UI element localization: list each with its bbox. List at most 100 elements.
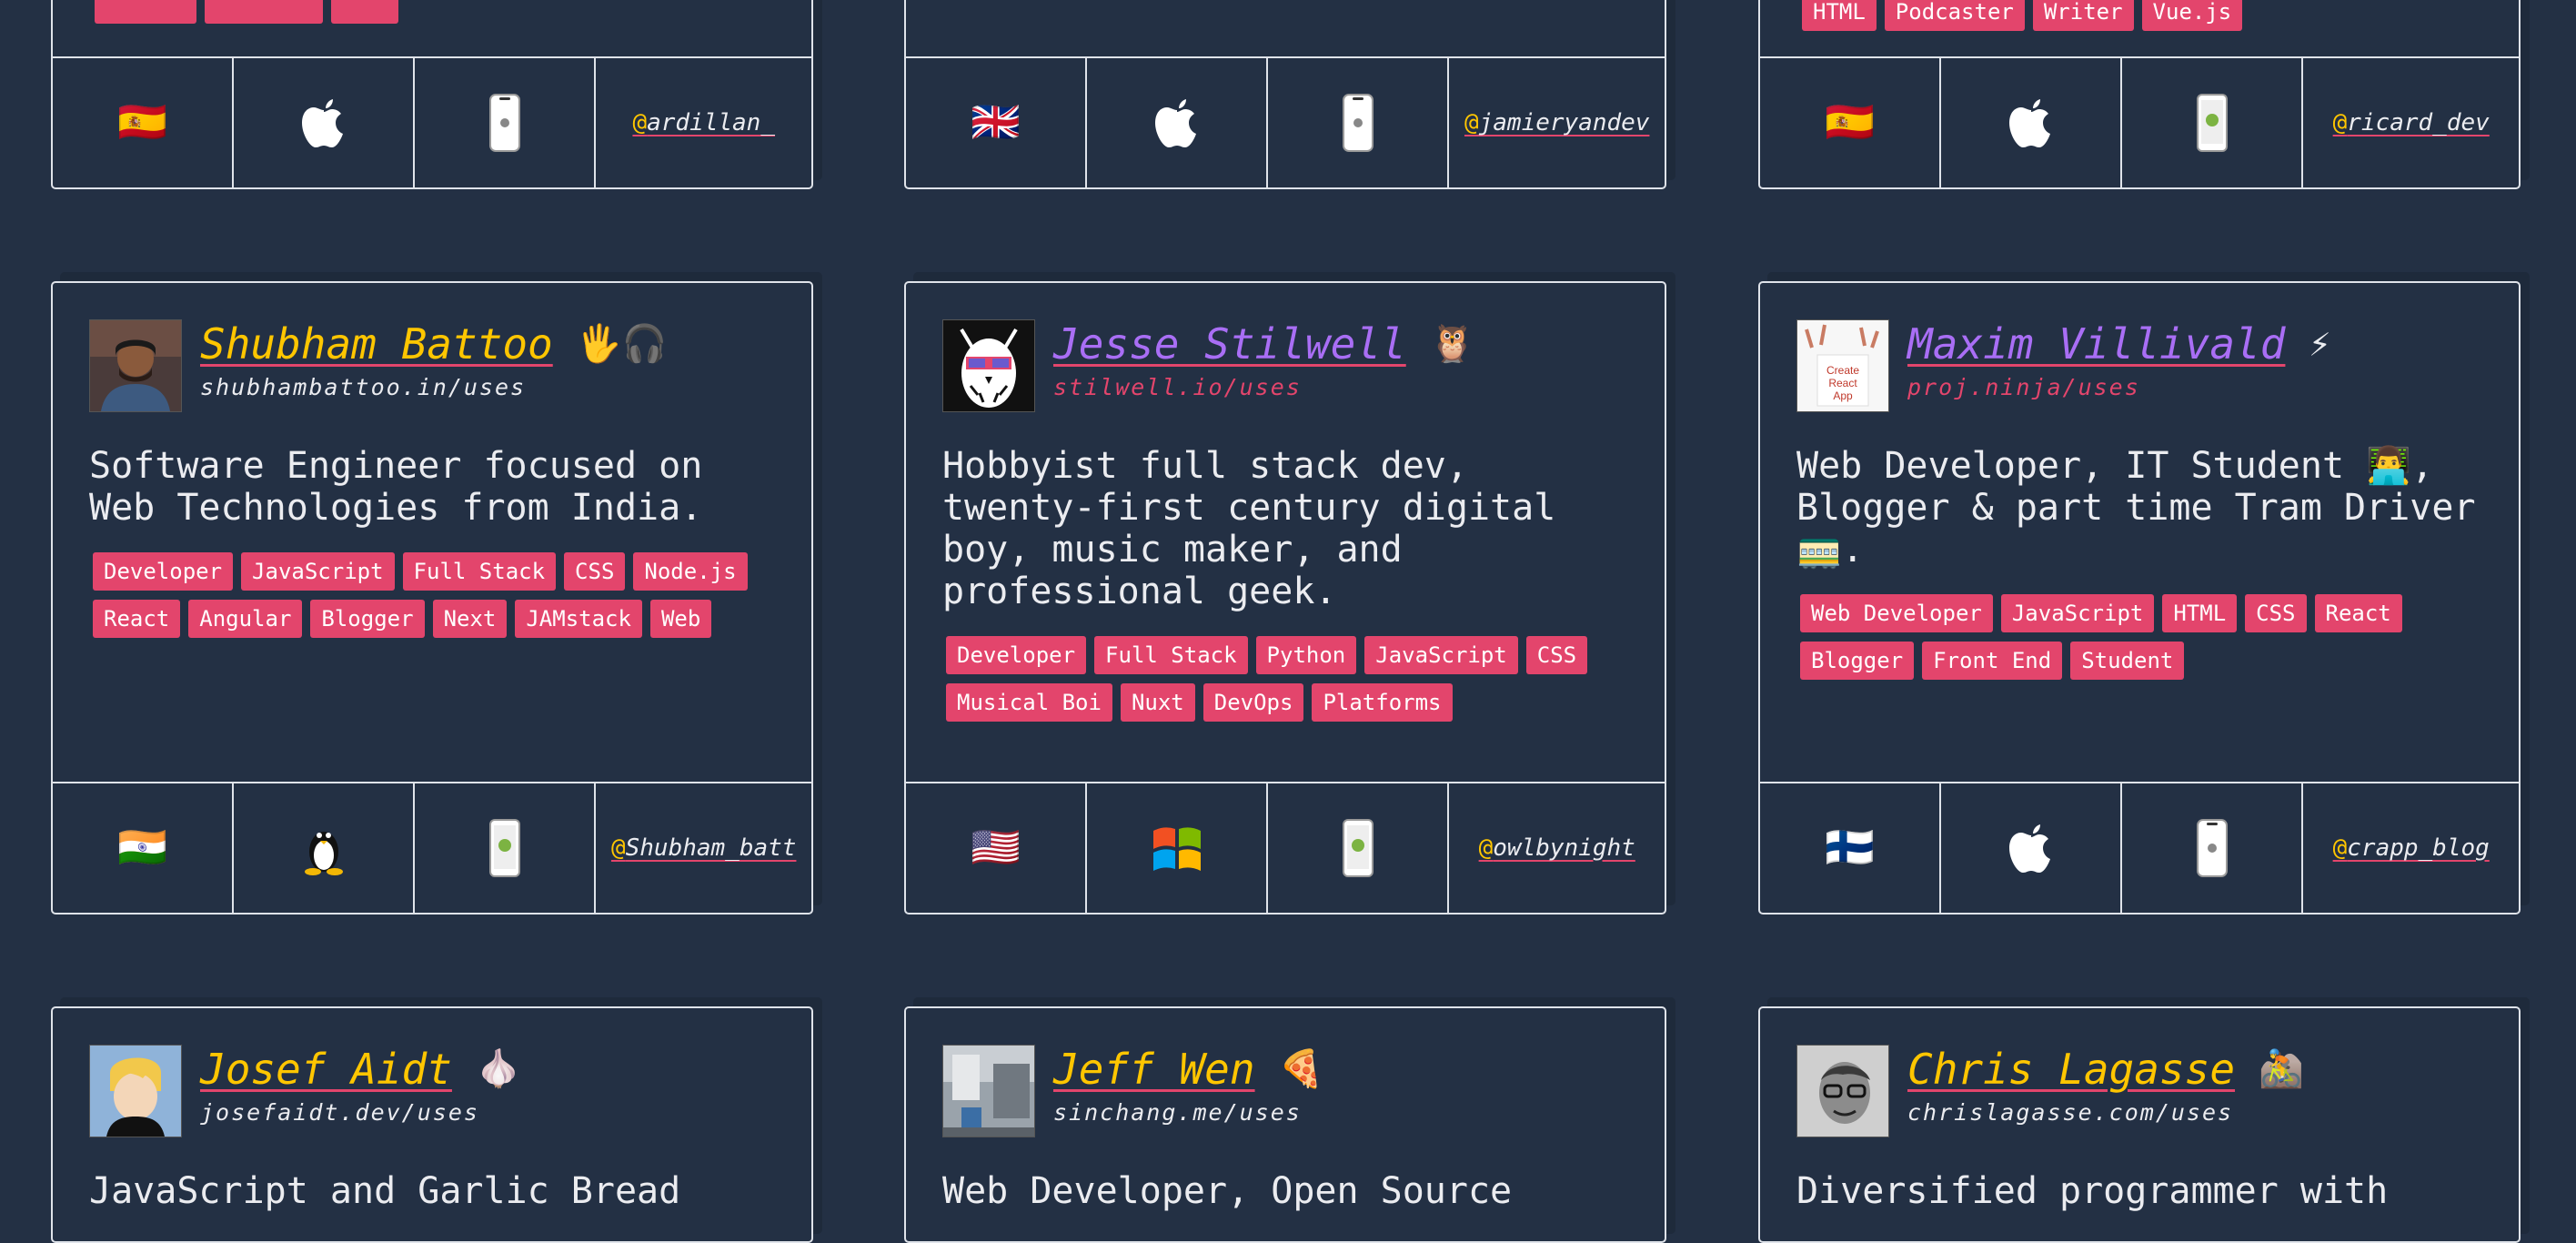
twitter-handle[interactable]: @ricard_dev	[2303, 58, 2519, 187]
apple-icon	[1941, 783, 2123, 913]
card-footer: 🇺🇸 @owlbynight	[906, 782, 1665, 913]
tag[interactable]: Full Stack	[1094, 636, 1248, 674]
avatar	[1796, 1045, 1889, 1137]
twitter-handle[interactable]: @crapp_blog	[2303, 783, 2519, 913]
tag[interactable]: JavaScript	[2000, 594, 2155, 632]
android-phone-icon	[415, 783, 597, 913]
person-name-link[interactable]: Shubham Battoo	[200, 319, 553, 369]
person-card-jamieryandev: 🇬🇧 @jamieryandev	[904, 0, 1666, 189]
tag[interactable]	[205, 0, 323, 24]
linux-icon	[234, 783, 416, 913]
person-bio: Web Developer, Open Source	[942, 1170, 1513, 1212]
person-card-chris-lagasse: Chris Lagasse 🚵 chrislagasse.com/uses Di…	[1758, 1006, 2521, 1243]
avatar	[89, 319, 182, 412]
tag[interactable]: Web Developer	[1800, 594, 1993, 632]
tag[interactable]: Writer	[2032, 0, 2134, 31]
tag[interactable]	[331, 0, 398, 24]
iphone-icon	[1268, 58, 1450, 187]
twitter-handle[interactable]: @owlbynight	[1449, 783, 1665, 913]
person-emoji: 🧄	[475, 1048, 521, 1090]
tag-list	[95, 0, 407, 33]
person-bio: Software Engineer focused on Web Technol…	[89, 445, 703, 529]
tag[interactable]: Node.js	[633, 552, 748, 591]
tag[interactable]: React	[93, 600, 181, 638]
tag[interactable]: JavaScript	[241, 552, 395, 591]
android-phone-icon	[1268, 783, 1450, 913]
twitter-handle[interactable]: @Shubham_batt	[596, 783, 811, 913]
tag[interactable]: Nuxt	[1120, 683, 1195, 722]
country-flag: 🇬🇧	[906, 58, 1088, 187]
tag[interactable]: React	[2314, 594, 2402, 632]
uses-url-link[interactable]: shubhambattoo.in/uses	[200, 374, 667, 400]
uses-url-link[interactable]: josefaidt.dev/uses	[200, 1099, 521, 1126]
tag[interactable]: Platforms	[1312, 683, 1453, 722]
tag[interactable]: HTML	[1802, 0, 1877, 31]
card-footer: 🇪🇸 @ricard_dev	[1760, 56, 2519, 187]
person-name-link[interactable]: Jeff Wen	[1053, 1045, 1255, 1094]
tag[interactable]: Next	[432, 600, 508, 638]
iphone-icon	[2122, 783, 2304, 913]
tag[interactable]: Blogger	[1800, 642, 1915, 680]
country-flag: 🇮🇳	[53, 783, 235, 913]
tag[interactable]: CSS	[1525, 636, 1588, 674]
twitter-handle[interactable]: @jamieryandev	[1449, 58, 1665, 187]
uses-url-link[interactable]: chrislagasse.com/uses	[1907, 1099, 2304, 1126]
uses-url-link[interactable]: sinchang.me/uses	[1053, 1099, 1323, 1126]
twitter-handle[interactable]: @ardillan_	[596, 58, 811, 187]
tag[interactable]: Web	[649, 600, 712, 638]
tag[interactable]	[95, 0, 196, 24]
country-flag: 🇪🇸	[1760, 58, 1942, 187]
avatar-caption: Create React App	[1826, 364, 1860, 402]
tag[interactable]: Musical Boi	[946, 683, 1112, 722]
person-name-link[interactable]: Josef Aidt	[200, 1045, 452, 1094]
person-bio: Web Developer, IT Student 👨‍💻, Blogger &…	[1796, 445, 2476, 571]
tag[interactable]: Angular	[188, 600, 303, 638]
person-card-josef-aidt: Josef Aidt 🧄 josefaidt.dev/uses JavaScri…	[51, 1006, 813, 1243]
tag[interactable]: Vue.js	[2141, 0, 2243, 31]
tag[interactable]: Developer	[946, 636, 1087, 674]
tag[interactable]: Podcaster	[1884, 0, 2025, 31]
person-name-link[interactable]: Chris Lagasse	[1907, 1045, 2235, 1094]
tag[interactable]: Full Stack	[402, 552, 557, 591]
windows-icon	[1087, 783, 1269, 913]
card-footer: 🇬🇧 @jamieryandev	[906, 56, 1665, 187]
person-emoji: 🍕	[1278, 1048, 1324, 1090]
tag[interactable]: Python	[1255, 636, 1357, 674]
uses-url-link[interactable]: stilwell.io/uses	[1053, 374, 1475, 400]
apple-icon	[1941, 58, 2123, 187]
country-flag: 🇪🇸	[53, 58, 235, 187]
person-card-jesse-stilwell: Jesse Stilwell 🦉 stilwell.io/uses Hobbyi…	[904, 281, 1666, 915]
country-flag: 🇺🇸	[906, 783, 1088, 913]
person-name-link[interactable]: Jesse Stilwell	[1053, 319, 1406, 369]
tag[interactable]: DevOps	[1202, 683, 1304, 722]
tag[interactable]: CSS	[2245, 594, 2307, 632]
tag[interactable]: JAMstack	[515, 600, 642, 638]
tag[interactable]: Developer	[93, 552, 234, 591]
android-phone-icon	[2122, 58, 2304, 187]
avatar	[942, 1045, 1035, 1137]
uses-url-link[interactable]: proj.ninja/uses	[1907, 374, 2331, 400]
person-bio: Hobbyist full stack dev, twenty-first ce…	[942, 445, 1556, 612]
avatar: Create React App	[1796, 319, 1889, 412]
tag-list: Web Developer JavaScript HTML CSS React …	[1800, 594, 2482, 689]
tag[interactable]: JavaScript	[1364, 636, 1518, 674]
person-card-ardillan: 🇪🇸 @ardillan_	[51, 0, 813, 189]
card-footer: 🇪🇸 @ardillan_	[53, 56, 811, 187]
avatar	[942, 319, 1035, 412]
tag-list: Developer JavaScript Full Stack CSS Node…	[93, 552, 775, 647]
avatar	[89, 1045, 182, 1137]
tag[interactable]: CSS	[564, 552, 626, 591]
person-name-link[interactable]: Maxim Villivald	[1907, 319, 2285, 369]
tag[interactable]: Student	[2070, 642, 2185, 680]
apple-icon	[1087, 58, 1269, 187]
tag-list: Developer Full Stack Python JavaScript C…	[946, 636, 1628, 731]
tag-list: HTML Podcaster Writer Vue.js	[1802, 0, 2250, 40]
tag[interactable]: Front End	[1922, 642, 2063, 680]
person-card-shubham-battoo: Shubham Battoo 🖐🎧 shubhambattoo.in/uses …	[51, 281, 813, 915]
iphone-icon	[415, 58, 597, 187]
country-flag: 🇫🇮	[1760, 783, 1942, 913]
tag[interactable]: HTML	[2162, 594, 2238, 632]
tag[interactable]: Blogger	[310, 600, 425, 638]
person-emoji: 🚵	[2259, 1048, 2304, 1090]
person-bio: JavaScript and Garlic Bread	[89, 1170, 681, 1212]
